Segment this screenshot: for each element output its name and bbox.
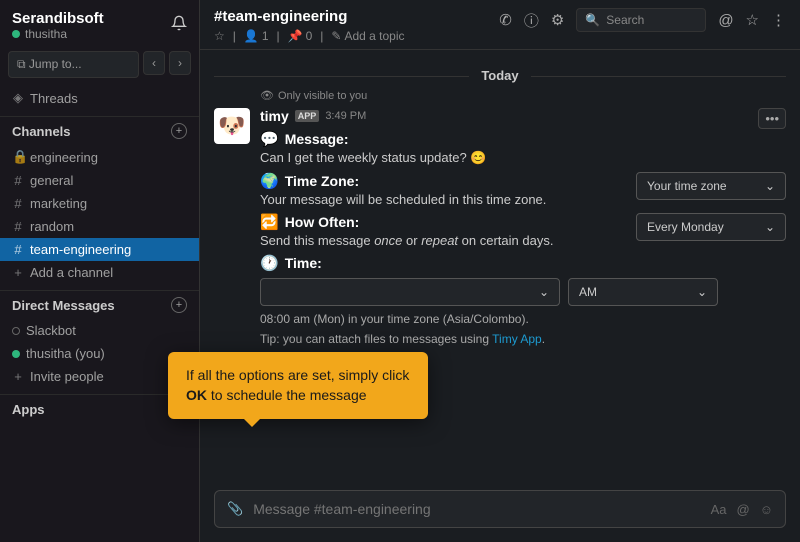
workspace-user: thusitha bbox=[25, 27, 67, 41]
message-item: 🐶 ••• timy APP 3:49 PM 💬 Message: Can I g… bbox=[214, 108, 786, 387]
timezone-text: Your message will be scheduled in this t… bbox=[260, 192, 618, 207]
add-channel-link[interactable]: +Add a channel bbox=[0, 261, 199, 284]
emoji-icon[interactable]: ☺ bbox=[760, 502, 773, 517]
workspace-header[interactable]: Serandibsoft thusitha bbox=[0, 0, 199, 51]
time-hour-select[interactable]: ⌄ bbox=[260, 278, 560, 306]
sidebar: Serandibsoft thusitha ⧉ Jump to... ‹ › ◈… bbox=[0, 0, 200, 542]
schedule-info: 08:00 am (Mon) in your time zone (Asia/C… bbox=[260, 312, 786, 326]
globe-icon: 🌍 bbox=[260, 172, 279, 190]
onboarding-tooltip: If all the options are set, simply click… bbox=[168, 352, 428, 419]
info-icon[interactable]: ⓘ bbox=[524, 10, 539, 31]
message-composer[interactable]: 📎 Aa @ ☺ bbox=[214, 490, 786, 528]
message-field-label: Message: bbox=[285, 131, 349, 147]
frequency-select[interactable]: Every Monday⌄ bbox=[636, 213, 786, 241]
threads-link[interactable]: ◈Threads bbox=[0, 86, 199, 110]
jump-to-input[interactable]: ⧉ Jump to... bbox=[8, 51, 139, 78]
time-ampm-select[interactable]: AM⌄ bbox=[568, 278, 718, 306]
workspace-name: Serandibsoft bbox=[12, 10, 104, 27]
pin-count[interactable]: 📌 0 bbox=[288, 29, 313, 43]
attach-icon[interactable]: 📎 bbox=[227, 501, 243, 517]
bell-icon[interactable] bbox=[171, 15, 187, 36]
star-header-icon[interactable]: ☆ bbox=[746, 11, 759, 29]
chevron-down-icon: ⌄ bbox=[765, 179, 775, 193]
avatar[interactable]: 🐶 bbox=[214, 108, 250, 144]
timy-app-link[interactable]: Timy App bbox=[492, 332, 542, 346]
timestamp: 3:49 PM bbox=[325, 110, 366, 122]
history-forward-button[interactable]: › bbox=[169, 51, 191, 75]
chevron-down-icon: ⌄ bbox=[539, 285, 549, 299]
howoften-text: Send this message once or repeat on cert… bbox=[260, 233, 618, 248]
timezone-select[interactable]: Your time zone⌄ bbox=[636, 172, 786, 200]
history-back-button[interactable]: ‹ bbox=[143, 51, 165, 75]
sidebar-channel-engineering[interactable]: 🔒engineering bbox=[0, 145, 199, 169]
chevron-down-icon: ⌄ bbox=[765, 220, 775, 234]
more-header-icon[interactable]: ⋮ bbox=[771, 11, 786, 29]
composer-input[interactable] bbox=[253, 501, 700, 517]
search-input[interactable]: 🔍 Search bbox=[576, 8, 706, 32]
channel-name[interactable]: #team-engineering bbox=[214, 8, 405, 25]
presence-dot-icon bbox=[12, 30, 20, 38]
topic-button[interactable]: ✎ Add a topic bbox=[331, 29, 404, 43]
mention-icon[interactable]: @ bbox=[737, 502, 750, 517]
sidebar-channel-team-engineering[interactable]: #team-engineering bbox=[0, 238, 199, 261]
clock-icon: 🕐 bbox=[260, 254, 279, 272]
message-text: Can I get the weekly status update? 😊 bbox=[260, 150, 786, 166]
dms-section-header[interactable]: Direct Messages + bbox=[0, 291, 199, 319]
call-icon[interactable]: ✆ bbox=[499, 11, 512, 29]
sidebar-channel-general[interactable]: #general bbox=[0, 169, 199, 192]
main-panel: #team-engineering ☆| 👤 1| 📌 0| ✎ Add a t… bbox=[200, 0, 800, 542]
timezone-field-label: Time Zone: bbox=[285, 173, 359, 189]
channels-section-header[interactable]: Channels + bbox=[0, 117, 199, 145]
howoften-field-label: How Often: bbox=[285, 214, 360, 230]
repeat-icon: 🔁 bbox=[260, 213, 279, 231]
visibility-notice: 👁 Only visible to you bbox=[260, 89, 786, 102]
speech-bubble-icon: 💬 bbox=[260, 130, 279, 148]
sender-name[interactable]: timy bbox=[260, 108, 289, 124]
format-icon[interactable]: Aa bbox=[711, 502, 727, 517]
mentions-icon[interactable]: @ bbox=[718, 12, 733, 29]
settings-icon[interactable]: ⚙ bbox=[551, 11, 564, 29]
date-divider: Today bbox=[214, 68, 786, 83]
time-field-label: Time: bbox=[285, 255, 322, 271]
sidebar-channel-random[interactable]: #random bbox=[0, 215, 199, 238]
sidebar-dm-Slackbot[interactable]: Slackbot bbox=[0, 319, 199, 342]
message-actions-button[interactable]: ••• bbox=[758, 108, 786, 129]
channel-header: #team-engineering ☆| 👤 1| 📌 0| ✎ Add a t… bbox=[200, 0, 800, 50]
star-button[interactable]: ☆ bbox=[214, 29, 225, 43]
add-channel-icon[interactable]: + bbox=[171, 123, 187, 139]
member-count[interactable]: 👤 1 bbox=[244, 29, 269, 43]
add-dm-icon[interactable]: + bbox=[171, 297, 187, 313]
app-badge: APP bbox=[295, 110, 320, 122]
sidebar-channel-marketing[interactable]: #marketing bbox=[0, 192, 199, 215]
chevron-down-icon: ⌄ bbox=[697, 285, 707, 299]
tip-text: Tip: you can attach files to messages us… bbox=[260, 332, 786, 346]
